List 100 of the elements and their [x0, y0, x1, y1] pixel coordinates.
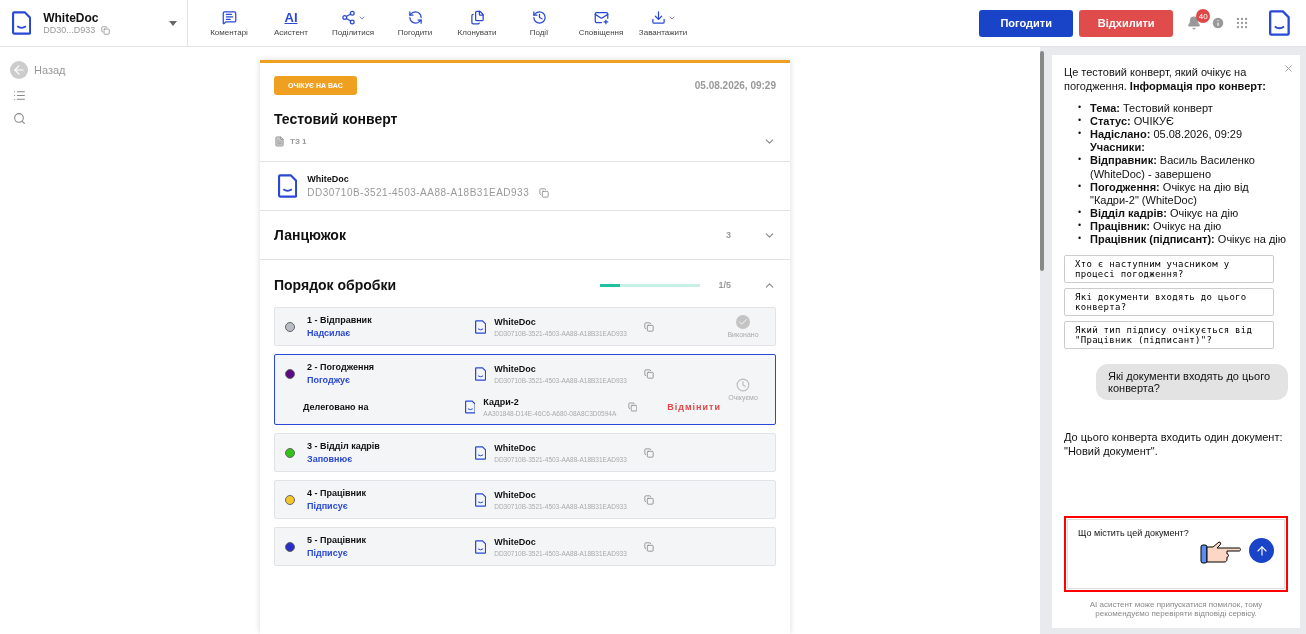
arrow-up-icon — [1254, 543, 1269, 558]
info-item: Відправник: Василь Василенко (WhiteDoc) - завершено — [1090, 154, 1256, 181]
progress-count: 1/5 — [718, 280, 731, 290]
user-message: Які документи входять до цього конверта? — [1096, 363, 1288, 400]
copy-icon[interactable] — [644, 321, 655, 332]
chain-count: 3 — [726, 230, 731, 240]
envelope-date: 05.08.2026, 09:29 — [694, 80, 776, 91]
send-button[interactable] — [1249, 538, 1274, 563]
participant-name: WhiteDoc — [494, 489, 537, 500]
toolbar-button[interactable]: Сповіщення — [570, 9, 632, 37]
assistant-message: Це тестовий конверт, який очікує на погодження. Інформація про конверт: — [1064, 65, 1267, 94]
document-logo-icon — [12, 11, 32, 35]
document-logo-icon — [475, 539, 487, 554]
apps-grid-icon[interactable] — [1235, 16, 1250, 30]
download-icon — [650, 10, 666, 25]
document-id: DD30710B-3521-4503-AA88-A18B31EAD933 — [307, 187, 530, 198]
step-title: 5 - Працівник — [307, 535, 367, 545]
toolbar-button[interactable]: Поділитися — [322, 9, 384, 37]
dropdown-caret-icon[interactable] — [169, 20, 177, 26]
step-title: 2 - Погодження — [307, 362, 376, 372]
step-action: Надсилає — [307, 328, 352, 338]
document-type: ТЗ 1 — [290, 137, 307, 146]
toolbar-button[interactable]: Події — [508, 9, 570, 37]
copy-icon[interactable] — [627, 402, 638, 412]
clock-icon — [736, 378, 750, 392]
toolbar-button[interactable]: Завантажити — [632, 9, 694, 37]
close-icon[interactable] — [1283, 63, 1294, 74]
bullet-marker: • — [1078, 220, 1083, 233]
toolbar-button[interactable]: Погодити — [384, 9, 446, 37]
comment-icon — [221, 10, 237, 25]
envelope-title: Тестовий конверт — [274, 111, 399, 127]
document-logo-icon — [278, 174, 298, 198]
pointing-hand-icon — [1200, 540, 1244, 566]
info-item: Працівник: Очікує на дію — [1090, 220, 1222, 234]
document-name: WhiteDoc — [307, 174, 350, 184]
section-title: Ланцюжок — [274, 227, 346, 243]
step-title: 3 - Відділ кадрів — [307, 441, 381, 451]
notification-badge: 40 — [1196, 9, 1211, 23]
info-item: Погодження: Очікує на дію від "Кадри-2" (WhiteDoc) — [1090, 180, 1250, 208]
toolbar-button[interactable]: Клонувати — [446, 9, 508, 37]
participant-name: WhiteDoc — [494, 363, 537, 374]
history-icon — [531, 10, 547, 25]
bullet-marker: • — [1078, 114, 1083, 127]
participant-name: WhiteDoc — [494, 316, 537, 327]
files-icon — [469, 10, 485, 25]
approve-button[interactable]: Погодити — [979, 9, 1074, 37]
document-logo-icon — [475, 366, 487, 381]
suggestion-button[interactable]: Які документи входять до цього конверта? — [1064, 287, 1274, 316]
info-item: Працівник (підписант): Очікує на дію — [1090, 233, 1287, 247]
section-title: Порядок обробки — [274, 277, 397, 293]
toolbar-button[interactable]: AI Асистент — [260, 9, 322, 37]
document-logo-icon — [464, 400, 476, 414]
document-logo-icon — [475, 492, 487, 507]
document-icon — [274, 136, 285, 147]
copy-icon[interactable] — [101, 25, 111, 35]
step-title: 1 - Відправник — [307, 315, 373, 325]
info-item: Надіслано: 05.08.2026, 09:29 — [1090, 127, 1243, 142]
info-item: Відділ кадрів: Очікує на дію — [1090, 207, 1239, 221]
share-icon — [340, 10, 356, 25]
info-icon[interactable] — [1211, 16, 1226, 30]
participant-name: Кадри-2 — [483, 397, 520, 407]
cancel-delegation-link[interactable]: Відмінити — [667, 402, 721, 412]
info-item: Учасники: — [1090, 141, 1145, 155]
document-logo-icon — [475, 445, 487, 460]
list-icon[interactable] — [13, 89, 26, 102]
toolbar-button[interactable]: Коментарі — [198, 9, 260, 37]
step-title: 4 - Працівник — [307, 488, 367, 498]
copy-icon[interactable] — [644, 447, 655, 458]
step-action: Підписує — [307, 501, 349, 511]
step-action: Заповнює — [307, 454, 354, 464]
bullet-marker: • — [1078, 233, 1083, 246]
bullet-marker: • — [1078, 154, 1083, 167]
step-action: Погоджує — [307, 375, 352, 385]
bullet-marker: • — [1078, 207, 1083, 220]
suggestion-button[interactable]: Хто є наступним учасником у процесі погодження? — [1064, 254, 1274, 283]
message-input[interactable]: Що містить цей документ? — [1067, 519, 1285, 589]
copy-icon[interactable] — [644, 541, 655, 552]
info-item: Статус: ОЧІКУЄ — [1090, 114, 1174, 128]
suggestion-button[interactable]: Який тип підпису очікується від "Працівник (підписант)"? — [1064, 320, 1274, 349]
mail-icon — [593, 10, 609, 25]
document-logo-icon — [475, 319, 487, 334]
document-id: DD30...D933 — [43, 25, 96, 35]
info-item: Тема: Тестовий конверт — [1090, 101, 1213, 115]
participant-name: WhiteDoc — [494, 536, 537, 547]
bullet-marker: • — [1078, 180, 1083, 193]
step-action: Підписує — [307, 548, 349, 558]
document-logo-icon — [1269, 10, 1290, 36]
copy-icon[interactable] — [644, 368, 655, 379]
copy-icon[interactable] — [644, 494, 655, 505]
participant-name: WhiteDoc — [494, 442, 537, 453]
disclaimer: AI асистент може припускатися помилок, тому рекомендуємо перевіряти відповіді сервісу. — [1088, 600, 1264, 618]
bullet-marker: • — [1078, 101, 1083, 114]
reject-button[interactable]: Відхилити — [1079, 9, 1174, 37]
delegation-label: Делеговано на — [303, 402, 370, 412]
refresh-icon — [407, 10, 423, 25]
copy-icon[interactable] — [539, 187, 550, 198]
document-name: WhiteDoc — [43, 11, 100, 25]
assistant-message: До цього конверта входить один документ: "Новий документ". — [1064, 429, 1284, 459]
bullet-marker: • — [1078, 127, 1083, 140]
search-icon[interactable] — [13, 112, 26, 125]
